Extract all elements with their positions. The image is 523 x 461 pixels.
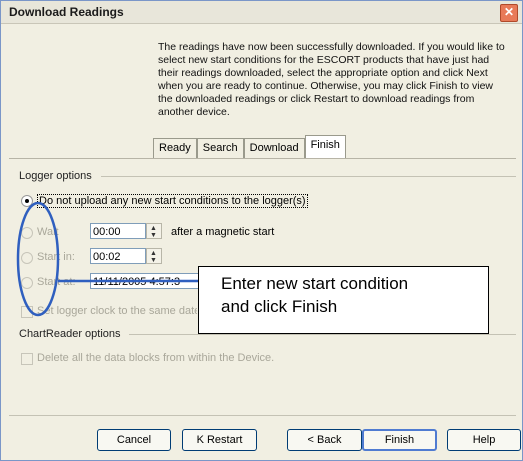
highlight-ellipse — [16, 201, 60, 317]
instruction-callout: Enter new start condition and click Fini… — [198, 266, 489, 334]
annotation-overlay — [16, 201, 198, 317]
callout-line-1: Enter new start condition — [221, 274, 409, 293]
callout-line-2: and click Finish — [221, 297, 338, 316]
